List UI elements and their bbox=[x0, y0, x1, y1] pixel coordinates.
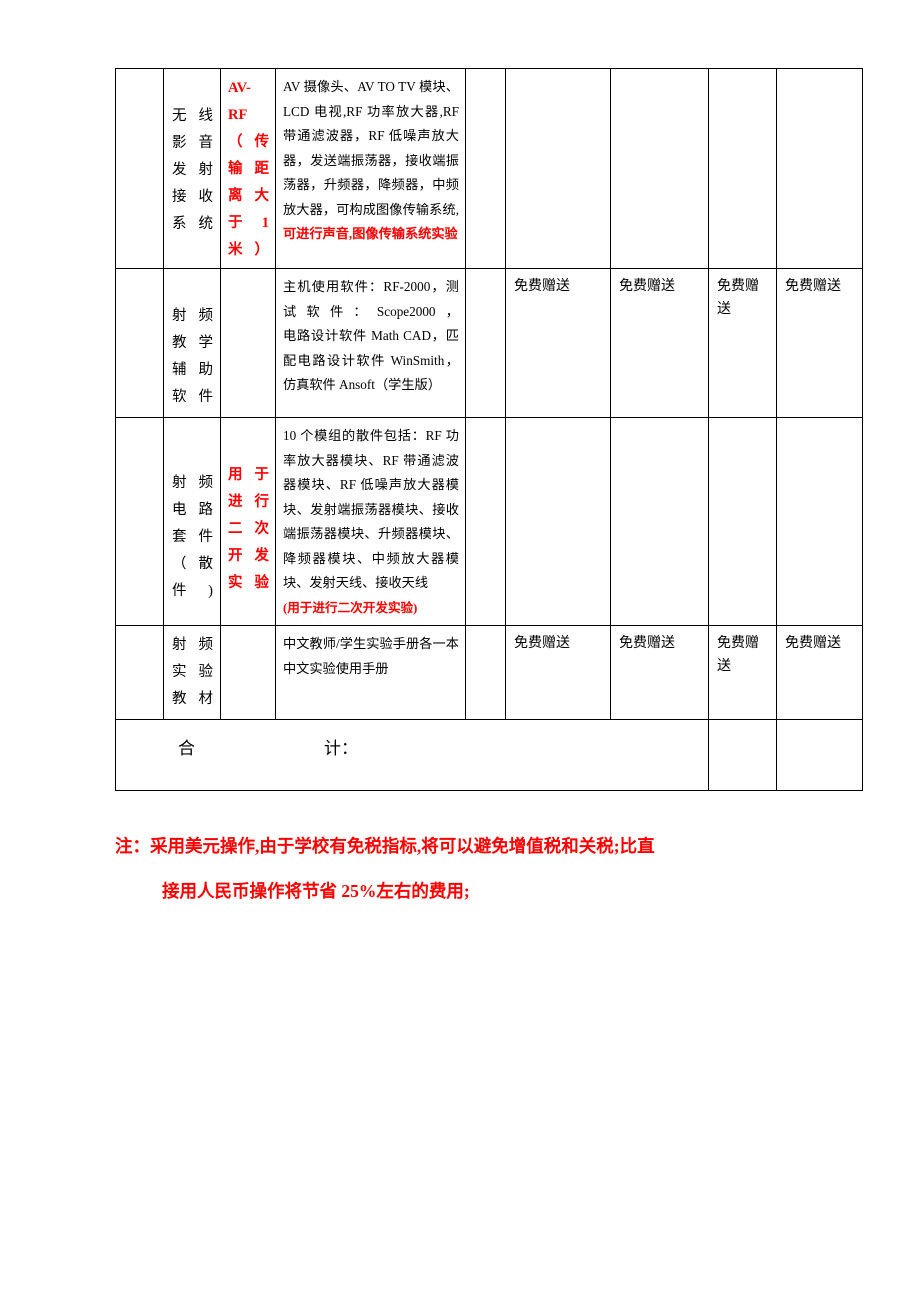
table-row: 无线影音发射接收系统 AV-RF（传输距离大于 1 米） AV 摄像头、AV T… bbox=[115, 68, 863, 269]
product-name-cell: 无线影音发射接收系统 bbox=[163, 68, 221, 269]
row-index-cell bbox=[115, 417, 164, 626]
qty-col-2-cell bbox=[505, 68, 611, 269]
table-row: 射频教学辅助软件 主机使用软件：RF-2000，测试软件：Scope2000， … bbox=[115, 268, 863, 418]
description-text: AV 摄像头、AV TO TV 模块、LCD 电视,RF 功率放大器,RF 带通… bbox=[283, 79, 459, 217]
qty-col-2-cell bbox=[505, 417, 611, 626]
qty-col-5-cell bbox=[776, 68, 863, 269]
footer-note-line-1: 注：采用美元操作,由于学校有免税指标,将可以避免增值税和关税;比直 bbox=[115, 836, 655, 856]
product-spec-cell bbox=[220, 625, 276, 720]
row-index-cell bbox=[115, 68, 164, 269]
document-page: 无线影音发射接收系统 AV-RF（传输距离大于 1 米） AV 摄像头、AV T… bbox=[0, 0, 920, 1302]
total-value-cell-b bbox=[776, 719, 863, 791]
qty-col-5-cell: 免费赠送 bbox=[776, 625, 863, 720]
qty-col-4-cell: 免费赠送 bbox=[708, 625, 777, 720]
qty-col-3-cell: 免费赠送 bbox=[610, 268, 709, 418]
qty-col-2-cell: 免费赠送 bbox=[505, 625, 611, 720]
description-highlight: (用于进行二次开发实验) bbox=[283, 600, 418, 615]
qty-col-2-cell: 免费赠送 bbox=[505, 268, 611, 418]
table-row: 射频实验教材 中文教师/学生实验手册各一本 中文实验使用手册 免费赠送 免费赠送… bbox=[115, 625, 863, 720]
qty-col-1-cell bbox=[465, 268, 506, 418]
qty-col-4-cell bbox=[708, 68, 777, 269]
qty-col-5-cell bbox=[776, 417, 863, 626]
product-name-cell: 射频实验教材 bbox=[163, 625, 221, 720]
product-description-cell: 中文教师/学生实验手册各一本 中文实验使用手册 bbox=[275, 625, 466, 720]
footer-note-line-2: 接用人民币操作将节省 25%左右的费用; bbox=[115, 869, 835, 914]
row-index-cell bbox=[115, 268, 164, 418]
description-line: 仿真软件 Ansoft（学生版） bbox=[283, 377, 441, 392]
qty-col-1-cell bbox=[465, 417, 506, 626]
product-name-cell: 射频电路套件（散件) bbox=[163, 417, 221, 626]
qty-col-3-cell: 免费赠送 bbox=[610, 625, 709, 720]
qty-col-3-cell bbox=[610, 68, 709, 269]
product-spec-cell: 用于进行二次开发实验 bbox=[220, 417, 276, 626]
qty-col-3-cell bbox=[610, 417, 709, 626]
total-label-ji: 计： bbox=[324, 739, 358, 758]
product-name-cell: 射频教学辅助软件 bbox=[163, 268, 221, 418]
qty-col-5-cell: 免费赠送 bbox=[776, 268, 863, 418]
total-label-he: 合 bbox=[178, 739, 195, 758]
footer-note-line-2-suffix: 左右的费用; bbox=[376, 881, 470, 901]
qty-col-4-cell bbox=[708, 417, 777, 626]
qty-col-1-cell bbox=[465, 625, 506, 720]
total-label-cell: 合 计： bbox=[115, 719, 709, 791]
description-highlight: 可进行声音,图像传输系统实验 bbox=[283, 226, 458, 241]
footer-note-line-2-prefix: 接用人民币操作将节省 bbox=[162, 881, 342, 901]
table-row: 射频电路套件（散件) 用于进行二次开发实验 10 个模组的散件包括：RF 功率放… bbox=[115, 417, 863, 626]
product-description-cell: 主机使用软件：RF-2000，测试软件：Scope2000， 电路设计软件 Ma… bbox=[275, 268, 466, 418]
product-spec-cell bbox=[220, 268, 276, 418]
total-row: 合 计： bbox=[115, 719, 863, 791]
description-line: 中文教师/学生实验手册各一本 bbox=[283, 636, 459, 651]
description-line: 主机使用软件：RF-2000，测试软件：Scope2000， bbox=[283, 279, 459, 319]
total-value-cell-a bbox=[708, 719, 777, 791]
specification-table: 无线影音发射接收系统 AV-RF（传输距离大于 1 米） AV 摄像头、AV T… bbox=[115, 68, 863, 791]
description-line: 电路设计软件 Math CAD，匹配电路设计软件 WinSmith， bbox=[283, 328, 459, 368]
row-index-cell bbox=[115, 625, 164, 720]
qty-col-4-cell: 免费赠送 bbox=[708, 268, 777, 418]
qty-col-1-cell bbox=[465, 68, 506, 269]
product-description-cell: AV 摄像头、AV TO TV 模块、LCD 电视,RF 功率放大器,RF 带通… bbox=[275, 68, 466, 269]
description-text: 10 个模组的散件包括：RF 功率放大器模块、RF 带通滤波器模块、RF 低噪声… bbox=[283, 428, 459, 590]
description-line: 中文实验使用手册 bbox=[283, 660, 389, 676]
product-spec-cell: AV-RF（传输距离大于 1 米） bbox=[220, 68, 276, 269]
footer-note: 注：采用美元操作,由于学校有免税指标,将可以避免增值税和关税;比直 接用人民币操… bbox=[115, 824, 835, 914]
product-description-cell: 10 个模组的散件包括：RF 功率放大器模块、RF 带通滤波器模块、RF 低噪声… bbox=[275, 417, 466, 626]
footer-note-percent: 25% bbox=[341, 881, 377, 901]
